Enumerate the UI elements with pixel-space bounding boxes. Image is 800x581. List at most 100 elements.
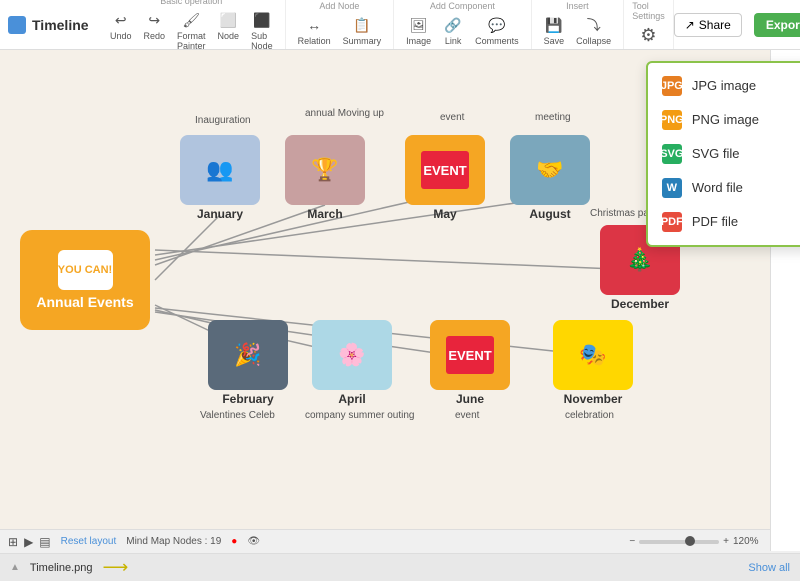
jpg-icon: JPG — [662, 76, 682, 96]
bottom-bar: ⊞ ▶ ▤ Reset layout Mind Map Nodes : 19 ●… — [0, 529, 800, 553]
save-button[interactable]: 💾Save — [540, 13, 569, 48]
svg-label: SVG file — [692, 146, 740, 161]
sub-node-button[interactable]: ⬛Sub Node — [247, 8, 277, 53]
jpg-label: JPG image — [692, 78, 756, 93]
zoom-slider[interactable] — [639, 540, 719, 544]
june-label: June — [456, 392, 484, 406]
june-image: EVENT — [446, 336, 494, 375]
comments-button[interactable]: 💬Comments — [471, 13, 523, 48]
basic-operation-buttons: ↩Undo ↪Redo 🖌Format Painter ⬜Node ⬛Sub N… — [106, 8, 277, 53]
app-title-text: Timeline — [32, 17, 89, 33]
word-label: Word file — [692, 180, 743, 195]
undo-button[interactable]: ↩Undo — [106, 8, 136, 53]
may-label: May — [433, 207, 456, 221]
march-node[interactable]: 🏆 March — [285, 135, 365, 221]
toolbar-right: ↗ Share Export JPG JPG image PNG PNG ima… — [674, 13, 800, 37]
center-label: Annual Events — [36, 294, 133, 310]
export-svg-item[interactable]: SVG SVG file — [648, 137, 800, 171]
april-annotation: company summer outing — [305, 410, 415, 421]
share-icon: ↗ — [685, 18, 695, 32]
relation-button[interactable]: ↔Relation — [294, 13, 335, 48]
play-icon[interactable]: ▶ — [24, 535, 33, 549]
export-word-item[interactable]: W Word file — [648, 171, 800, 205]
file-name: Timeline.png — [30, 562, 93, 574]
chevron-up-icon[interactable]: ▲ — [10, 562, 20, 573]
export-jpg-item[interactable]: JPG JPG image — [648, 69, 800, 103]
zoom-level: 120% — [733, 536, 769, 547]
export-png-item[interactable]: PNG PNG image — [648, 103, 800, 137]
center-node[interactable]: YOU CAN! Annual Events — [20, 230, 150, 330]
png-icon: PNG — [662, 110, 682, 130]
may-image: EVENT — [421, 151, 469, 190]
export-label: Export — [766, 18, 800, 32]
may-annotation: event — [440, 112, 464, 123]
june-annotation: event — [455, 410, 479, 421]
march-box: 🏆 — [285, 135, 365, 205]
add-node-label: Add Node — [319, 1, 359, 11]
toolbar: Timeline Basic operation ↩Undo ↪Redo 🖌Fo… — [0, 0, 800, 50]
march-image: 🏆 — [285, 135, 365, 205]
node-button[interactable]: ⬜Node — [214, 8, 244, 53]
february-node[interactable]: 🎉 February — [208, 320, 288, 406]
pdf-icon: PDF — [662, 212, 682, 232]
june-box: EVENT — [430, 320, 510, 390]
november-box: 🎭 — [553, 320, 633, 390]
grid-icon[interactable]: ⊞ — [8, 535, 18, 549]
download-arrow-icon[interactable]: ⟶ — [102, 557, 128, 578]
january-box: 👥 — [180, 135, 260, 205]
collapse-button[interactable]: ⤵Collapse — [572, 13, 615, 48]
november-annotation: celebration — [565, 410, 614, 421]
add-component-label: Add Component — [430, 1, 495, 11]
add-node-buttons: ↔Relation 📋Summary — [294, 13, 386, 48]
word-icon: W — [662, 178, 682, 198]
april-node[interactable]: 🌸 April — [312, 320, 392, 406]
insert-buttons: 💾Save ⤵Collapse — [540, 13, 616, 48]
june-node[interactable]: EVENT June — [430, 320, 510, 406]
tool-settings-buttons: ⚙ — [634, 23, 662, 48]
format-painter-button[interactable]: 🖌Format Painter — [173, 8, 210, 53]
may-box: EVENT — [405, 135, 485, 205]
tool-settings-label: Tool Settings — [632, 1, 665, 21]
august-node[interactable]: 🤝 August — [510, 135, 590, 221]
february-annotation: Valentines Celeb — [200, 410, 275, 421]
january-node[interactable]: 👥 January — [180, 135, 260, 221]
tool-settings-section: Tool Settings ⚙ — [624, 0, 674, 49]
insert-section: Insert 💾Save ⤵Collapse — [532, 0, 625, 49]
redo-button[interactable]: ↪Redo — [140, 8, 170, 53]
center-inner-text: YOU CAN! — [58, 264, 112, 276]
export-pdf-item[interactable]: PDF PDF file — [648, 205, 800, 239]
show-all-button[interactable]: Show all — [748, 562, 790, 574]
eye-icon[interactable]: 👁 — [247, 536, 260, 547]
download-bar: ▲ Timeline.png ⟶ Show all — [0, 553, 800, 581]
april-label: April — [338, 392, 365, 406]
november-node[interactable]: 🎭 November — [553, 320, 633, 406]
export-dropdown: JPG JPG image PNG PNG image SVG SVG file… — [646, 61, 800, 247]
add-component-section: Add Component 🖼Image 🔗Link 💬Comments — [394, 0, 532, 49]
timeline-icon — [8, 16, 26, 34]
zoom-in-btn[interactable]: + — [723, 536, 729, 547]
august-box: 🤝 — [510, 135, 590, 205]
image-button[interactable]: 🖼Image — [402, 13, 435, 48]
summary-button[interactable]: 📋Summary — [339, 13, 386, 48]
svg-icon: SVG — [662, 144, 682, 164]
january-image: 👥 — [180, 135, 260, 205]
april-box: 🌸 — [312, 320, 392, 390]
insert-label: Insert — [566, 1, 589, 11]
settings-button[interactable]: ⚙ — [634, 23, 662, 48]
pdf-label: PDF file — [692, 214, 738, 229]
mind-map-nodes-info: Mind Map Nodes : 19 — [126, 536, 221, 547]
share-button[interactable]: ↗ Share — [674, 13, 742, 37]
may-node[interactable]: EVENT May — [405, 135, 485, 221]
zoom-out-btn[interactable]: − — [629, 536, 635, 547]
basic-operation-label: Basic operation — [160, 0, 222, 6]
table-icon[interactable]: ▤ — [39, 535, 50, 549]
reset-layout-btn[interactable]: Reset layout — [61, 536, 117, 547]
record-dot: ● — [231, 536, 237, 547]
export-button[interactable]: Export — [754, 13, 800, 37]
august-label: August — [529, 207, 570, 221]
february-box: 🎉 — [208, 320, 288, 390]
add-component-buttons: 🖼Image 🔗Link 💬Comments — [402, 13, 523, 48]
link-button[interactable]: 🔗Link — [439, 13, 467, 48]
basic-operation-section: Basic operation ↩Undo ↪Redo 🖌Format Pain… — [98, 0, 286, 49]
center-inner-badge: YOU CAN! — [58, 250, 113, 290]
